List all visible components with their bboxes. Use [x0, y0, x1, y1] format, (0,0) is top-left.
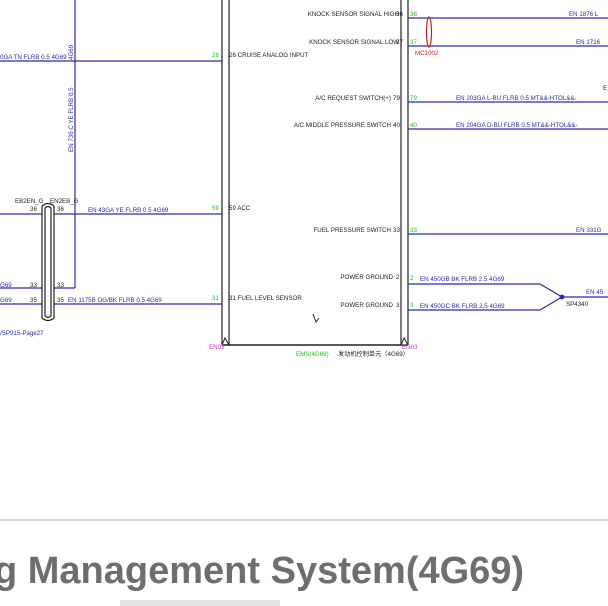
pin-label-cruise: 26 CRUISE ANALOG INPUT: [229, 52, 309, 59]
inline-connector: [41, 202, 55, 322]
connector-label-eb2en: EB2EN_G: [15, 198, 44, 205]
wire-label-450gb: EN 450GB BK FLRB 2.5 4G69: [420, 276, 505, 283]
module-code: EMS(4G69): [296, 351, 329, 358]
connector-pin-35b: 35: [57, 297, 64, 304]
splice-point: [559, 294, 565, 300]
connector-pin-36a: 36: [30, 206, 37, 213]
wire-label-331g: EN 331G: [576, 227, 602, 234]
connector-pin-36b: 36: [57, 206, 64, 213]
wire-label-stub-1: G69: [0, 282, 12, 289]
wire-pin-37: 37: [410, 39, 417, 46]
pin-number-33: 33: [393, 227, 400, 234]
wiring-diagram: KNOCK SENSOR SIGNAL HIGH KNOCK SENSOR SI…: [0, 0, 608, 606]
connector-tag-right: EN03: [402, 344, 418, 351]
connector-pin-33b: 33: [57, 282, 64, 289]
pin-label-fuel-pressure: FUEL PRESSURE SWITCH: [314, 227, 391, 234]
pin-number-40: 40: [393, 122, 400, 129]
wire-pin-59: 59: [212, 205, 219, 212]
wire-pin-79: 79: [410, 95, 417, 102]
wire-pin-33: 33: [410, 227, 417, 234]
splice-label: SP4340: [566, 301, 589, 308]
shield-tag: MC1002: [415, 50, 439, 57]
wire-label-stub-2: G69: [0, 297, 12, 304]
wire-label-1876: EN 1876 L: [569, 11, 599, 18]
wire-pin-40: 40: [410, 122, 417, 129]
pin-number-3: 3: [396, 302, 400, 309]
pin-number-36: 36: [396, 11, 403, 18]
wire-label-43ga: EN 43GA YE FLRB 0.5 4G69: [88, 207, 169, 214]
wire-label-4g69-vertical: 4G69: [68, 44, 75, 60]
right-wires: [408, 17, 608, 311]
connector-pin-35a: 35: [30, 297, 37, 304]
wire-pin-2: 2: [410, 275, 414, 282]
wire-label-203ga: EN 203GA L-BU FLRB 0.5 MT&&-HTOL&&-: [456, 95, 577, 102]
wire-label-1175b: EN 1175B OG/BK FLRB 0.5 4G69: [68, 297, 162, 304]
page-title: g Management System(4G69): [0, 550, 524, 592]
connector-pin-33a: 33: [30, 282, 37, 289]
module-name: 发动机控制单元（4G69）: [338, 350, 409, 358]
pin-label-ac-middle: A/C MIDDLE PRESSURE SWITCH: [294, 122, 391, 129]
page-reference: /SP915-Page27: [0, 330, 44, 337]
wire-label-450gc: EN 450GC BK FLRB 2.5 4G69: [420, 303, 505, 310]
footer-partial-text: [120, 600, 280, 606]
pin-number-36-text: 36: [396, 11, 403, 18]
wire-label-en45: EN 45: [586, 289, 604, 296]
connector-label-en2eb: EN2EB_G: [50, 198, 79, 205]
shield-marker: [425, 16, 433, 48]
pin-label-knock-high: KNOCK SENSOR SIGNAL HIGH: [308, 11, 399, 18]
pin-label-power-ground-3: POWER GROUND: [340, 302, 393, 309]
wire-pin-36: 36: [410, 11, 417, 18]
pin-label-knock-low: KNOCK SENSOR SIGNAL LOW: [309, 39, 399, 46]
edge-letter: E: [603, 85, 607, 92]
pin-number-37: 37: [396, 39, 403, 46]
pin-label-fuel-level: 31 FUEL LEVEL SENSOR: [229, 295, 302, 302]
wire-pin-26: 26: [212, 52, 219, 59]
left-wires: [0, 0, 222, 305]
wire-pin-31: 31: [212, 295, 219, 302]
pin-number-79: 79: [393, 95, 400, 102]
wire-pin-3: 3: [410, 302, 414, 309]
wire-label-1716: EN 1716: [576, 39, 601, 46]
wire-label-204ga: EN 204GA D-BU FLRB 0.5 MT&&-HTOL&&-: [456, 122, 578, 129]
pin-label-power-ground-2: POWER GROUND: [340, 274, 393, 281]
wire-label-top-left: 0GA TN FLRB 0.5 4G69: [0, 54, 67, 61]
wire-label-736c: EN 736 C YE FLRB 0.5: [68, 87, 75, 152]
pin-label-acc: 59 ACC: [229, 205, 251, 212]
pin-label-ac-request: A/C REQUEST SWITCH(+): [315, 95, 391, 102]
connector-tag-left: EN03: [209, 344, 225, 351]
pin-number-2: 2: [396, 274, 400, 281]
